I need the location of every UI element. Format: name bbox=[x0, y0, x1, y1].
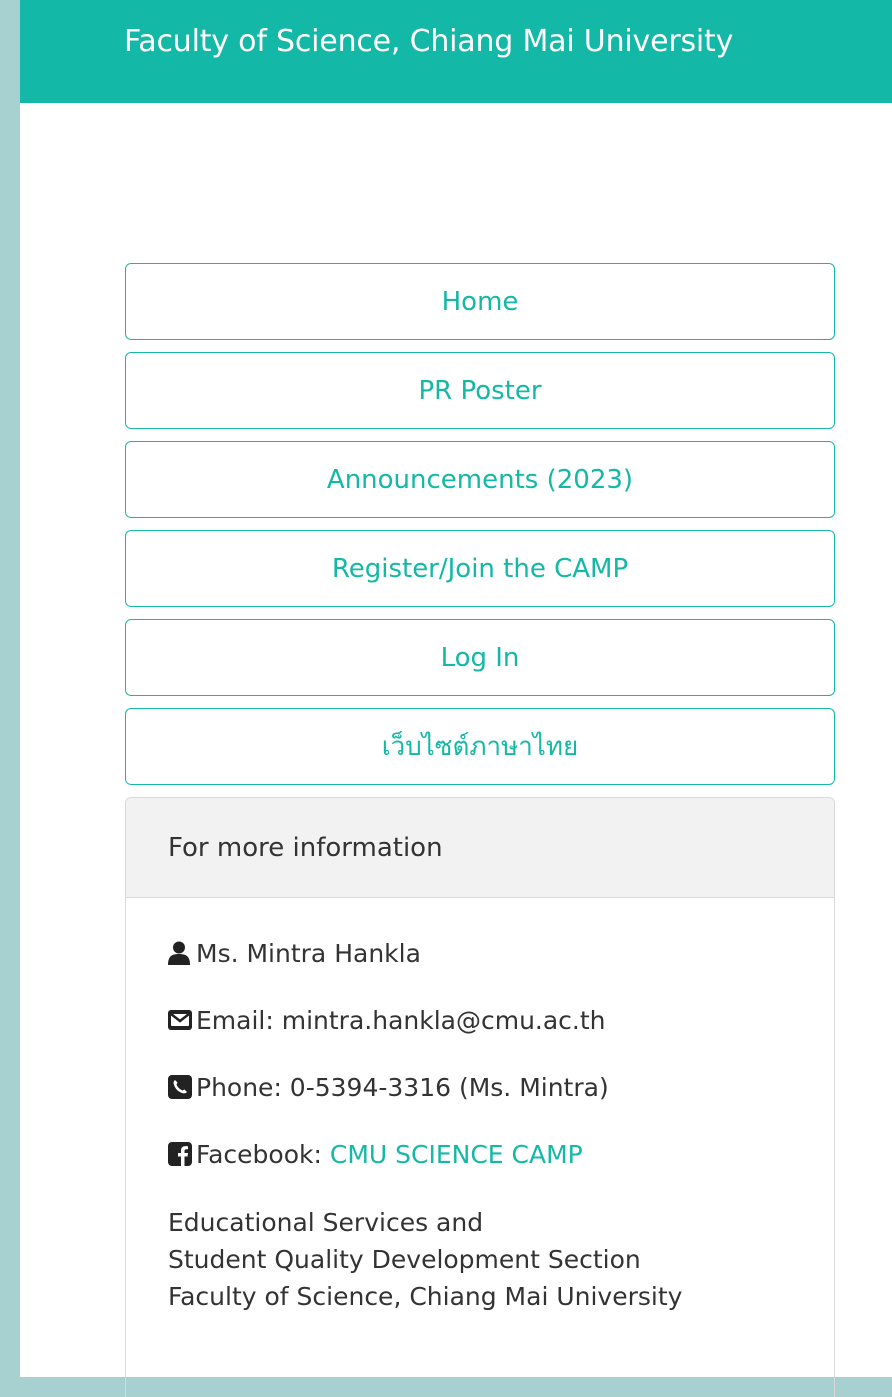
nav-pr-poster-button[interactable]: PR Poster bbox=[125, 352, 835, 429]
nav-announcements-button[interactable]: Announcements (2023) bbox=[125, 441, 835, 518]
contact-phone: Phone: 0-5394-3316 (Ms. Mintra) bbox=[196, 1072, 609, 1102]
facebook-label: Facebook: bbox=[196, 1139, 322, 1169]
site-title[interactable]: Faculty of Science, Chiang Mai Universit… bbox=[124, 22, 733, 62]
info-card: For more information Ms. Mintra Hankla E… bbox=[125, 797, 835, 1397]
info-card-body: Ms. Mintra Hankla Email: mintra.hankla@c… bbox=[126, 898, 834, 1315]
contact-name: Ms. Mintra Hankla bbox=[196, 938, 421, 968]
info-card-heading: For more information bbox=[126, 798, 834, 898]
facebook-icon bbox=[168, 1142, 196, 1166]
nav-register-button[interactable]: Register/Join the CAMP bbox=[125, 530, 835, 607]
facebook-link[interactable]: CMU SCIENCE CAMP bbox=[330, 1140, 583, 1169]
contact-name-row: Ms. Mintra Hankla bbox=[168, 936, 834, 970]
phone-icon bbox=[168, 1075, 196, 1099]
nav-thai-site-button[interactable]: เว็บไซต์ภาษาไทย bbox=[125, 708, 835, 785]
envelope-icon bbox=[168, 1010, 196, 1030]
phone-row: Phone: 0-5394-3316 (Ms. Mintra) bbox=[168, 1070, 834, 1104]
contact-email[interactable]: Email: mintra.hankla@cmu.ac.th bbox=[196, 1006, 606, 1035]
office-address: Educational Services and Student Quality… bbox=[168, 1204, 834, 1315]
address-line: Student Quality Development Section bbox=[168, 1245, 641, 1274]
facebook-row: Facebook: CMU SCIENCE CAMP bbox=[168, 1137, 834, 1171]
page: Faculty of Science, Chiang Mai Universit… bbox=[20, 0, 892, 1397]
address-line: Faculty of Science, Chiang Mai Universit… bbox=[168, 1282, 683, 1311]
user-icon bbox=[168, 941, 196, 965]
main-nav: Home PR Poster Announcements (2023) Regi… bbox=[125, 263, 835, 797]
address-line: Educational Services and bbox=[168, 1208, 484, 1237]
email-row: Email: mintra.hankla@cmu.ac.th bbox=[168, 1003, 834, 1037]
nav-home-button[interactable]: Home bbox=[125, 263, 835, 340]
top-bar: Faculty of Science, Chiang Mai Universit… bbox=[20, 0, 892, 103]
nav-login-button[interactable]: Log In bbox=[125, 619, 835, 696]
